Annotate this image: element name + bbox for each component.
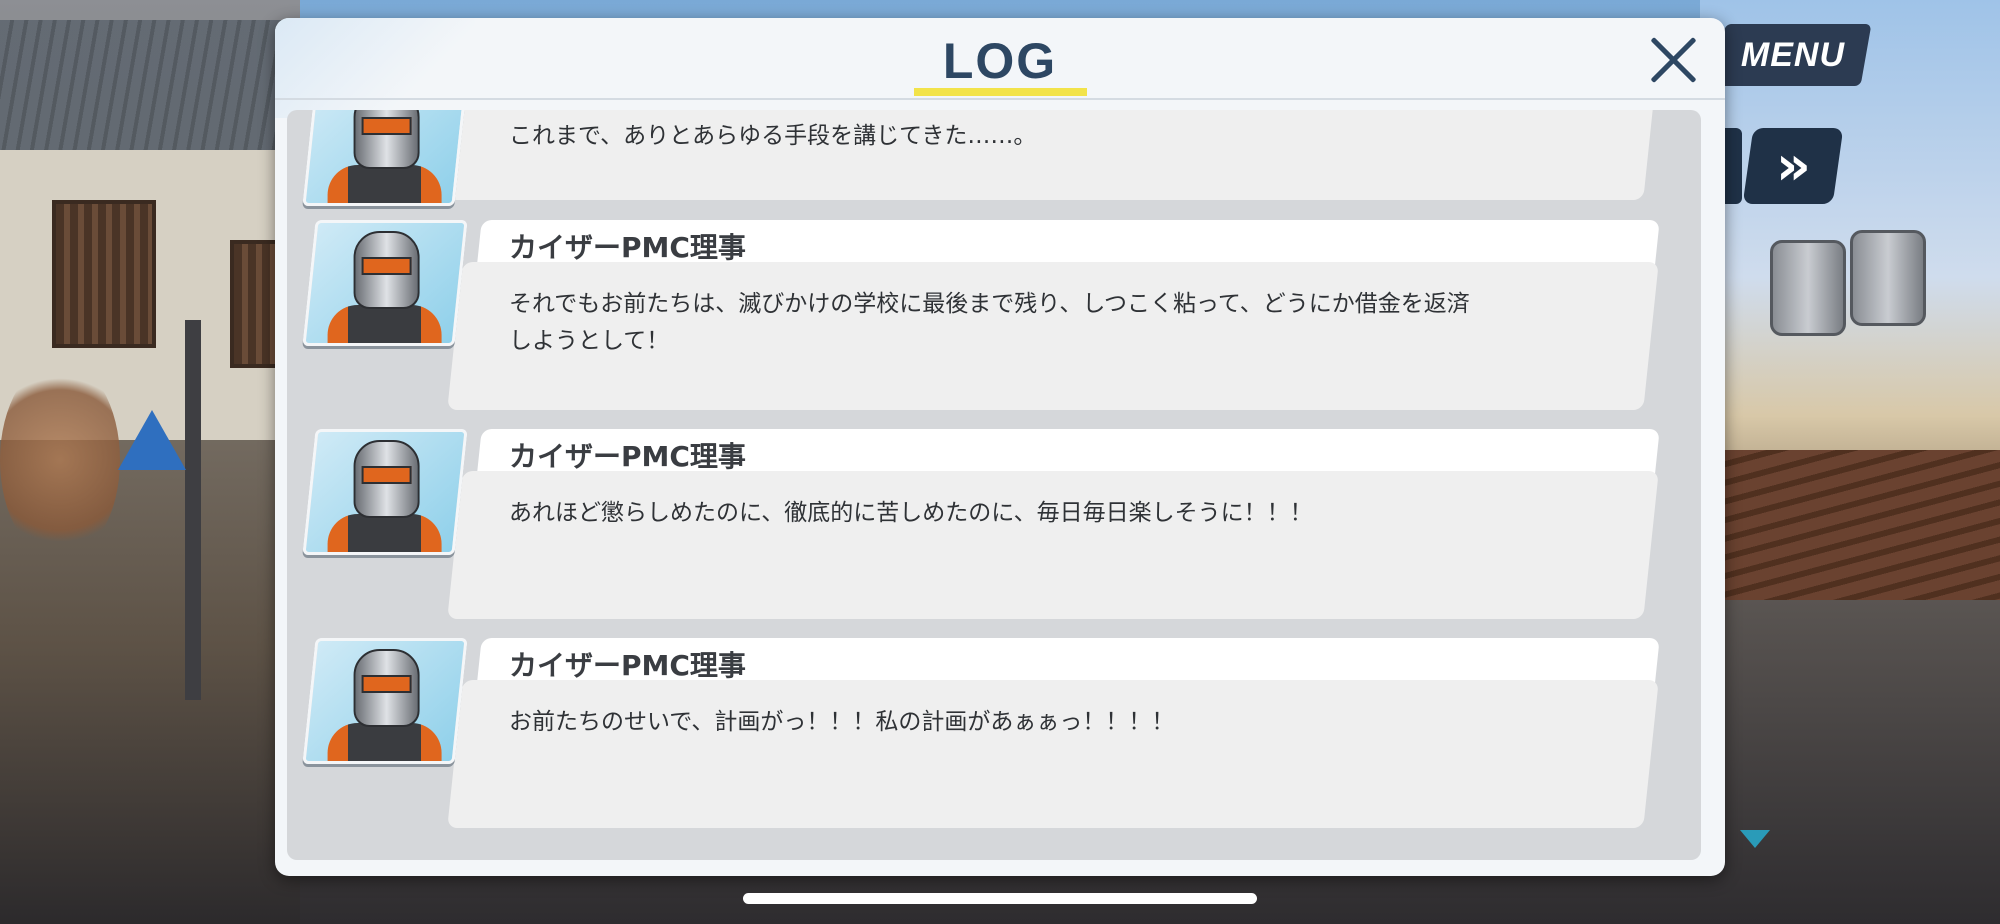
tree [0,360,120,560]
window [52,200,156,348]
left-roof [0,20,290,150]
log-entry: カイザーPMC理事 あれほど懲らしめたのに、徹底的に苦しめたのに、毎日毎日楽しそ… [287,429,1701,629]
log-modal: LOG これまで、ありとあらゆる手段を講じてきた……。 カイザーPMC理事 それ… [275,18,1725,876]
dialogue-text: それでもお前たちは、滅びかけの学校に最後まで残り、しつこく粘って、どうにか借金を… [509,291,1470,354]
speaker-avatar [302,110,468,206]
skip-button[interactable]: » [1742,128,1844,204]
log-entry: カイザーPMC理事 お前たちのせいで、計画がっ！！！私の計画があぁぁっ！！！！ [287,638,1701,838]
speaker-name: カイザーPMC理事 [509,231,746,264]
header-divider [275,98,1725,100]
fast-forward-icon: » [1775,134,1811,197]
speaker-name: カイザーPMC理事 [509,649,746,682]
speaker-avatar [302,638,468,764]
robot-helmet-avatar-icon [327,231,442,346]
menu-button[interactable]: MENU [1714,24,1872,86]
scroll-down-icon [1740,830,1770,848]
robot-helmet-avatar-icon [327,649,442,764]
log-title: LOG [942,33,1058,89]
robot-helmet-avatar-icon [327,110,442,206]
speaker-avatar [302,220,468,346]
water-tank [1850,230,1926,326]
title-underline [914,88,1087,96]
log-entry: カイザーPMC理事 それでもお前たちは、滅びかけの学校に最後まで残り、しつこく粘… [287,220,1701,420]
dialogue-bubble [447,680,1659,828]
water-tank [1770,240,1846,336]
utility-pole [185,320,201,700]
crosswalk-sign [118,410,186,470]
speaker-avatar [302,429,468,555]
log-header: LOG [275,18,1725,98]
speaker-name: カイザーPMC理事 [509,440,746,473]
dialogue-text: あれほど懲らしめたのに、徹底的に苦しめたのに、毎日毎日楽しそうに！！！ [509,500,1313,526]
robot-helmet-avatar-icon [327,440,442,555]
log-list[interactable]: これまで、ありとあらゆる手段を講じてきた……。 カイザーPMC理事 それでもお前… [287,110,1701,860]
log-entry: これまで、ありとあらゆる手段を講じてきた……。 [287,110,1701,210]
dialogue-text: これまで、ありとあらゆる手段を講じてきた……。 [509,123,1037,149]
dialogue-bubble [447,471,1659,619]
home-indicator[interactable] [743,893,1257,904]
menu-button-label: MENU [1740,35,1846,74]
close-icon[interactable] [1643,30,1703,90]
dialogue-text: お前たちのせいで、計画がっ！！！私の計画があぁぁっ！！！！ [509,709,1175,735]
